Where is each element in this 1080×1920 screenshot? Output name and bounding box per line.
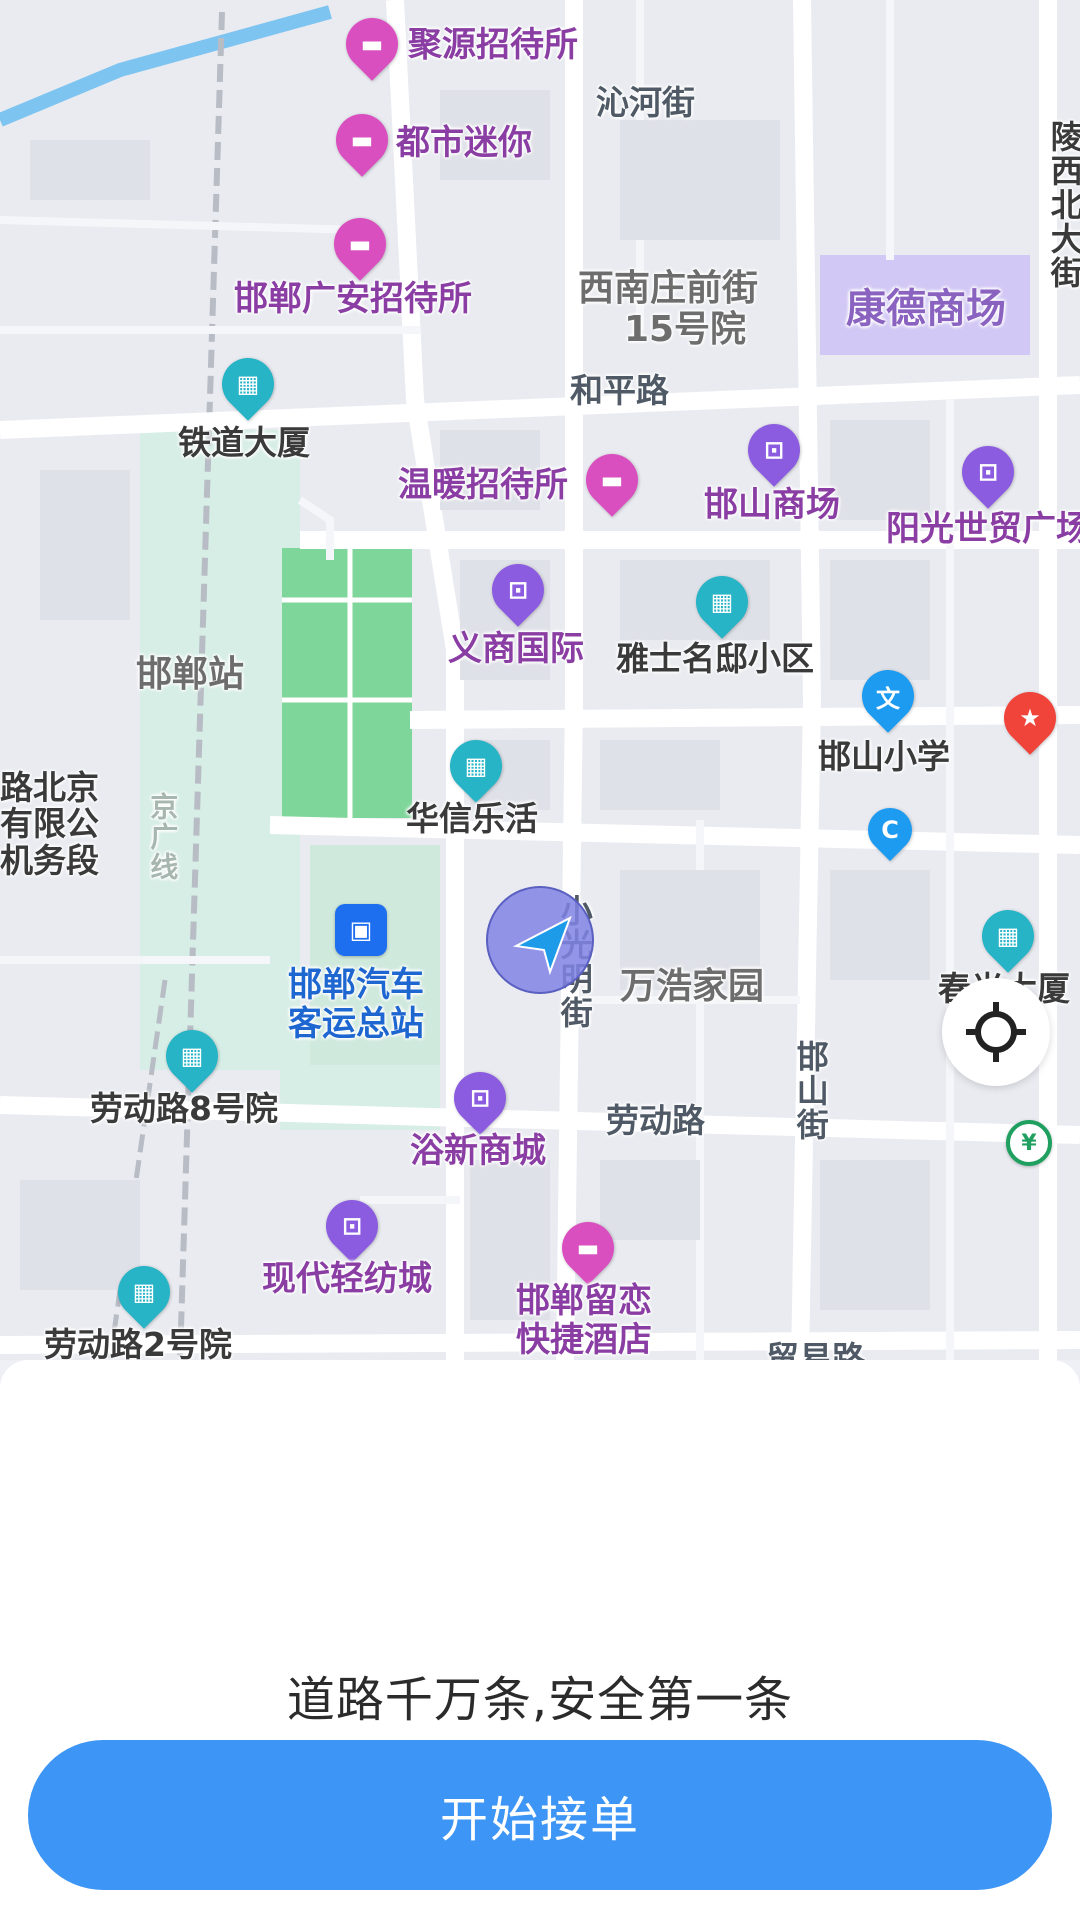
- shop-pin[interactable]: ⊡: [951, 435, 1025, 509]
- school-pin[interactable]: 文: [851, 659, 925, 733]
- locate-button[interactable]: [942, 978, 1050, 1086]
- crosshair-icon: [966, 1002, 1026, 1062]
- safety-slogan: 道路千万条,安全第一条: [286, 1672, 794, 1728]
- residence-icon: ▦: [180, 1042, 204, 1070]
- poi-label[interactable]: 浴新商城: [410, 1131, 546, 1171]
- hotel-pin[interactable]: ▬: [323, 207, 397, 281]
- poi-label[interactable]: 劳动路2号院: [44, 1326, 232, 1360]
- residence-pin[interactable]: ▦: [107, 1255, 181, 1329]
- poi-label-line: 邯郸留恋: [516, 1281, 652, 1321]
- residence-pin[interactable]: ▦: [211, 347, 285, 421]
- street-label: 陵西北大街: [1045, 120, 1080, 290]
- poi-label[interactable]: 义商国际: [448, 629, 584, 669]
- poi-label-line: 邯郸汽车: [288, 965, 424, 1005]
- poi-label-line: 15号院: [623, 309, 747, 351]
- residence-pin[interactable]: ▦: [685, 565, 759, 639]
- shop-pin[interactable]: ⊡: [481, 553, 555, 627]
- poi-label[interactable]: 聚源招待所: [408, 25, 578, 65]
- residence-icon: ▦: [710, 588, 734, 616]
- bottom-sheet: 道路千万条,安全第一条 开始接单: [0, 1360, 1080, 1920]
- residence-pin[interactable]: ▦: [439, 729, 513, 803]
- poi-label-line: 快捷酒店: [516, 1320, 652, 1360]
- railway-label: 京广线: [146, 792, 180, 882]
- poi-label[interactable]: 邯郸广安招待所: [234, 279, 472, 319]
- poi-label[interactable]: 万浩家园: [620, 966, 764, 1007]
- poi-label[interactable]: 华信乐活: [406, 800, 538, 838]
- current-location-marker: [486, 886, 594, 994]
- poi-label-line: 有限公: [0, 804, 99, 844]
- street-label: 劳动路: [606, 1101, 705, 1140]
- residence-icon: ▦: [464, 752, 488, 780]
- residence-pin[interactable]: ▦: [155, 1019, 229, 1093]
- railway-area: [140, 430, 300, 1070]
- poi-label[interactable]: 邯郸留恋 快捷酒店: [516, 1281, 652, 1360]
- residence-pin[interactable]: ▦: [971, 899, 1045, 973]
- hotel-icon: ▬: [576, 1234, 600, 1262]
- start-accepting-orders-button[interactable]: 开始接单: [28, 1740, 1052, 1890]
- poi-label[interactable]: 邯山小学: [818, 738, 950, 776]
- poi-label[interactable]: 邯郸汽车 客运总站: [288, 965, 424, 1045]
- poi-label[interactable]: 都市迷你: [396, 123, 532, 163]
- residence-icon: ▦: [996, 922, 1020, 950]
- bank-pin[interactable]: ¥: [1006, 1120, 1052, 1166]
- poi-label[interactable]: 路北京 有限公 机务段: [0, 768, 99, 880]
- map-view[interactable]: ▬ ▬ ▬ ▦ ▬ ⊡ ⊡ ⊡ ▦ 文 ★ ▦ C ▦ ▣ ▦ ⊡ ⊡ ▬ ▦ …: [0, 0, 1080, 1360]
- hotel-pin[interactable]: ▬: [551, 1211, 625, 1285]
- park-area: [282, 548, 412, 818]
- hotel-pin[interactable]: ▬: [575, 443, 649, 517]
- poi-label[interactable]: 雅士名邸小区: [616, 640, 814, 678]
- navigation-arrow-icon: [512, 915, 572, 976]
- poi-label-line: 西南庄前街: [578, 268, 759, 309]
- shop-pin[interactable]: ⊡: [315, 1189, 389, 1263]
- bank-pin[interactable]: C: [858, 798, 922, 862]
- landmark-pin[interactable]: ★: [993, 681, 1067, 755]
- poi-label-line: 机务段: [0, 840, 99, 880]
- bus-icon: ▣: [349, 916, 373, 944]
- hotel-icon: ▬: [360, 30, 384, 58]
- shopping-bag-icon: ⊡: [977, 458, 999, 486]
- hotel-pin[interactable]: ▬: [325, 103, 399, 177]
- poi-label[interactable]: 阳光世贸广场: [886, 509, 1080, 549]
- hotel-pin[interactable]: ▬: [335, 7, 409, 81]
- poi-label[interactable]: 温暖招待所: [398, 465, 568, 505]
- hotel-icon: ▬: [600, 466, 624, 494]
- school-icon: 文: [876, 684, 900, 713]
- star-icon: ★: [1019, 704, 1041, 732]
- poi-label[interactable]: 邯山商场: [704, 485, 840, 525]
- shopping-bag-icon: ⊡: [341, 1212, 363, 1240]
- shop-pin[interactable]: ⊡: [443, 1061, 517, 1135]
- shopping-bag-icon: ⊡: [507, 576, 529, 604]
- residence-icon: ▦: [132, 1278, 156, 1306]
- street-label: 贸易路: [766, 1339, 865, 1360]
- street-label: 沁河街: [596, 83, 695, 122]
- poi-label-line: 客运总站: [288, 1004, 424, 1045]
- poi-label-line: 路北京: [0, 768, 99, 807]
- shopping-bag-icon: ⊡: [763, 436, 785, 464]
- street-label: 邯山街: [791, 1040, 830, 1142]
- bus-station-pin[interactable]: ▣: [335, 904, 387, 956]
- shopping-bag-icon: ⊡: [469, 1084, 491, 1112]
- residence-icon: ▦: [236, 370, 260, 398]
- poi-label[interactable]: 康德商场: [846, 286, 1006, 332]
- bank-icon: ¥: [1021, 1130, 1037, 1156]
- street-label: 和平路: [570, 371, 669, 410]
- hotel-icon: ▬: [350, 126, 374, 154]
- poi-label[interactable]: 劳动路8号院: [90, 1090, 278, 1128]
- shop-pin[interactable]: ⊡: [737, 413, 811, 487]
- poi-label[interactable]: 现代轻纺城: [262, 1259, 432, 1299]
- poi-label[interactable]: 邯郸站: [136, 654, 244, 695]
- bank-icon: C: [881, 816, 899, 844]
- poi-label[interactable]: 西南庄前街 15号院: [578, 268, 758, 351]
- hotel-icon: ▬: [348, 230, 372, 258]
- poi-label[interactable]: 铁道大厦: [178, 424, 310, 462]
